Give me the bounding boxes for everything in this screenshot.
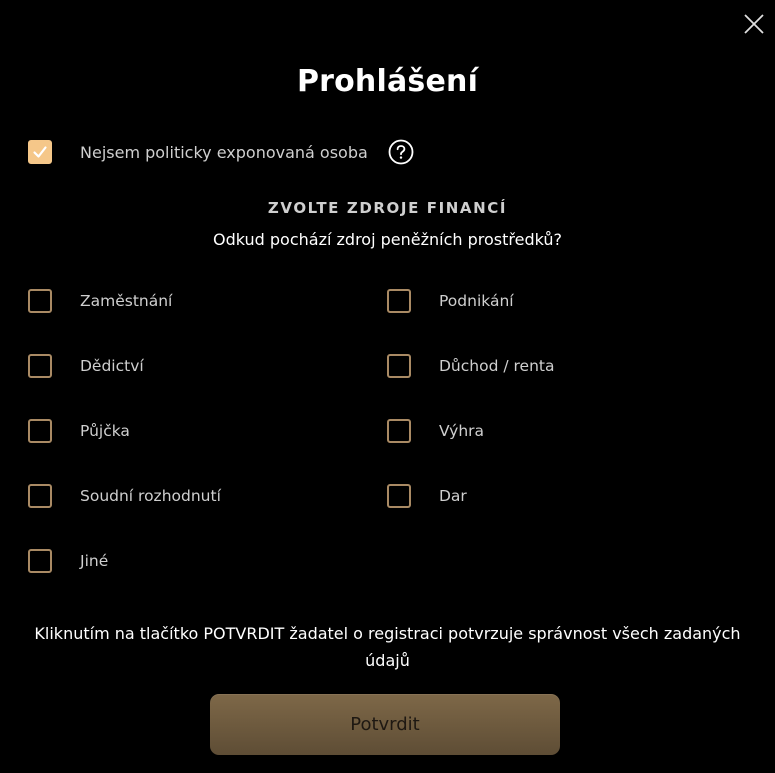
option-other[interactable]: Jiné [28,548,108,574]
option-pension[interactable]: Důchod / renta [387,353,554,379]
option-winnings[interactable]: Výhra [387,418,484,444]
option-court-decision[interactable]: Soudní rozhodnutí [28,483,221,509]
option-checkbox[interactable] [387,484,411,508]
option-checkbox[interactable] [28,289,52,313]
option-checkbox[interactable] [28,354,52,378]
option-checkbox[interactable] [28,549,52,573]
option-label: Výhra [439,422,485,440]
option-checkbox[interactable] [28,484,52,508]
pep-checkbox[interactable] [28,140,52,164]
option-checkbox[interactable] [387,289,411,313]
option-loan[interactable]: Půjčka [28,418,130,444]
pep-checkbox-row[interactable]: Nejsem politicky exponovaná osoba [28,139,414,165]
option-checkbox[interactable] [387,354,411,378]
option-label: Zaměstnání [80,292,173,310]
dialog-title: Prohlášení [296,64,479,99]
close-icon[interactable] [742,12,766,36]
checkmark-icon [33,146,47,158]
option-label: Půjčka [80,422,130,440]
option-label: Podnikání [439,292,514,310]
funds-heading: ZVOLTE ZDROJE FINANCÍ [267,199,508,217]
option-label: Dědictví [80,357,144,375]
confirm-button[interactable]: Potvrdit [210,694,560,755]
option-label: Jiné [80,552,109,570]
option-checkbox[interactable] [387,419,411,443]
option-employment[interactable]: Zaměstnání [28,288,172,314]
option-label: Soudní rozhodnutí [80,487,221,505]
question-circle-icon[interactable] [388,139,414,165]
confirmation-notice: Kliknutím na tlačítko POTVRDIT žadatel o… [34,624,741,670]
pep-label: Nejsem politicky exponovaná osoba [80,142,368,162]
option-inheritance[interactable]: Dědictví [28,353,144,379]
funds-question: Odkud pochází zdroj peněžních prostředků… [212,230,563,249]
option-label: Důchod / renta [439,357,555,375]
option-checkbox[interactable] [28,419,52,443]
option-label: Dar [439,487,467,505]
option-gift[interactable]: Dar [387,483,467,509]
option-business[interactable]: Podnikání [387,288,514,314]
